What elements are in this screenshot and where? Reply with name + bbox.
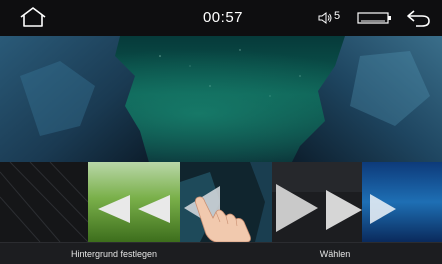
wallpaper-picker-screen: 00:57 5 Hintergrund festlegen Wählen (0, 0, 442, 264)
status-bar: 00:57 5 (0, 0, 442, 36)
rewind-arrows-icon[interactable] (98, 195, 170, 223)
forward-arrow-icon[interactable] (370, 194, 396, 224)
swipe-hand-icon (195, 196, 251, 242)
next-arrows-icon[interactable] (276, 184, 362, 232)
set-wallpaper-button[interactable]: Hintergrund festlegen (0, 243, 228, 264)
screen-toggle-icon[interactable] (357, 12, 393, 24)
bottom-action-bar: Hintergrund festlegen Wählen (0, 242, 442, 264)
speaker-icon[interactable] (318, 12, 332, 24)
choose-button[interactable]: Wählen (228, 243, 442, 264)
home-icon[interactable] (18, 6, 48, 28)
clock: 00:57 (202, 9, 244, 26)
volume-level: 5 (334, 10, 341, 22)
back-arrow-icon[interactable] (404, 8, 432, 28)
wallpaper-preview (0, 36, 442, 166)
wallpaper-carousel[interactable] (0, 162, 442, 242)
